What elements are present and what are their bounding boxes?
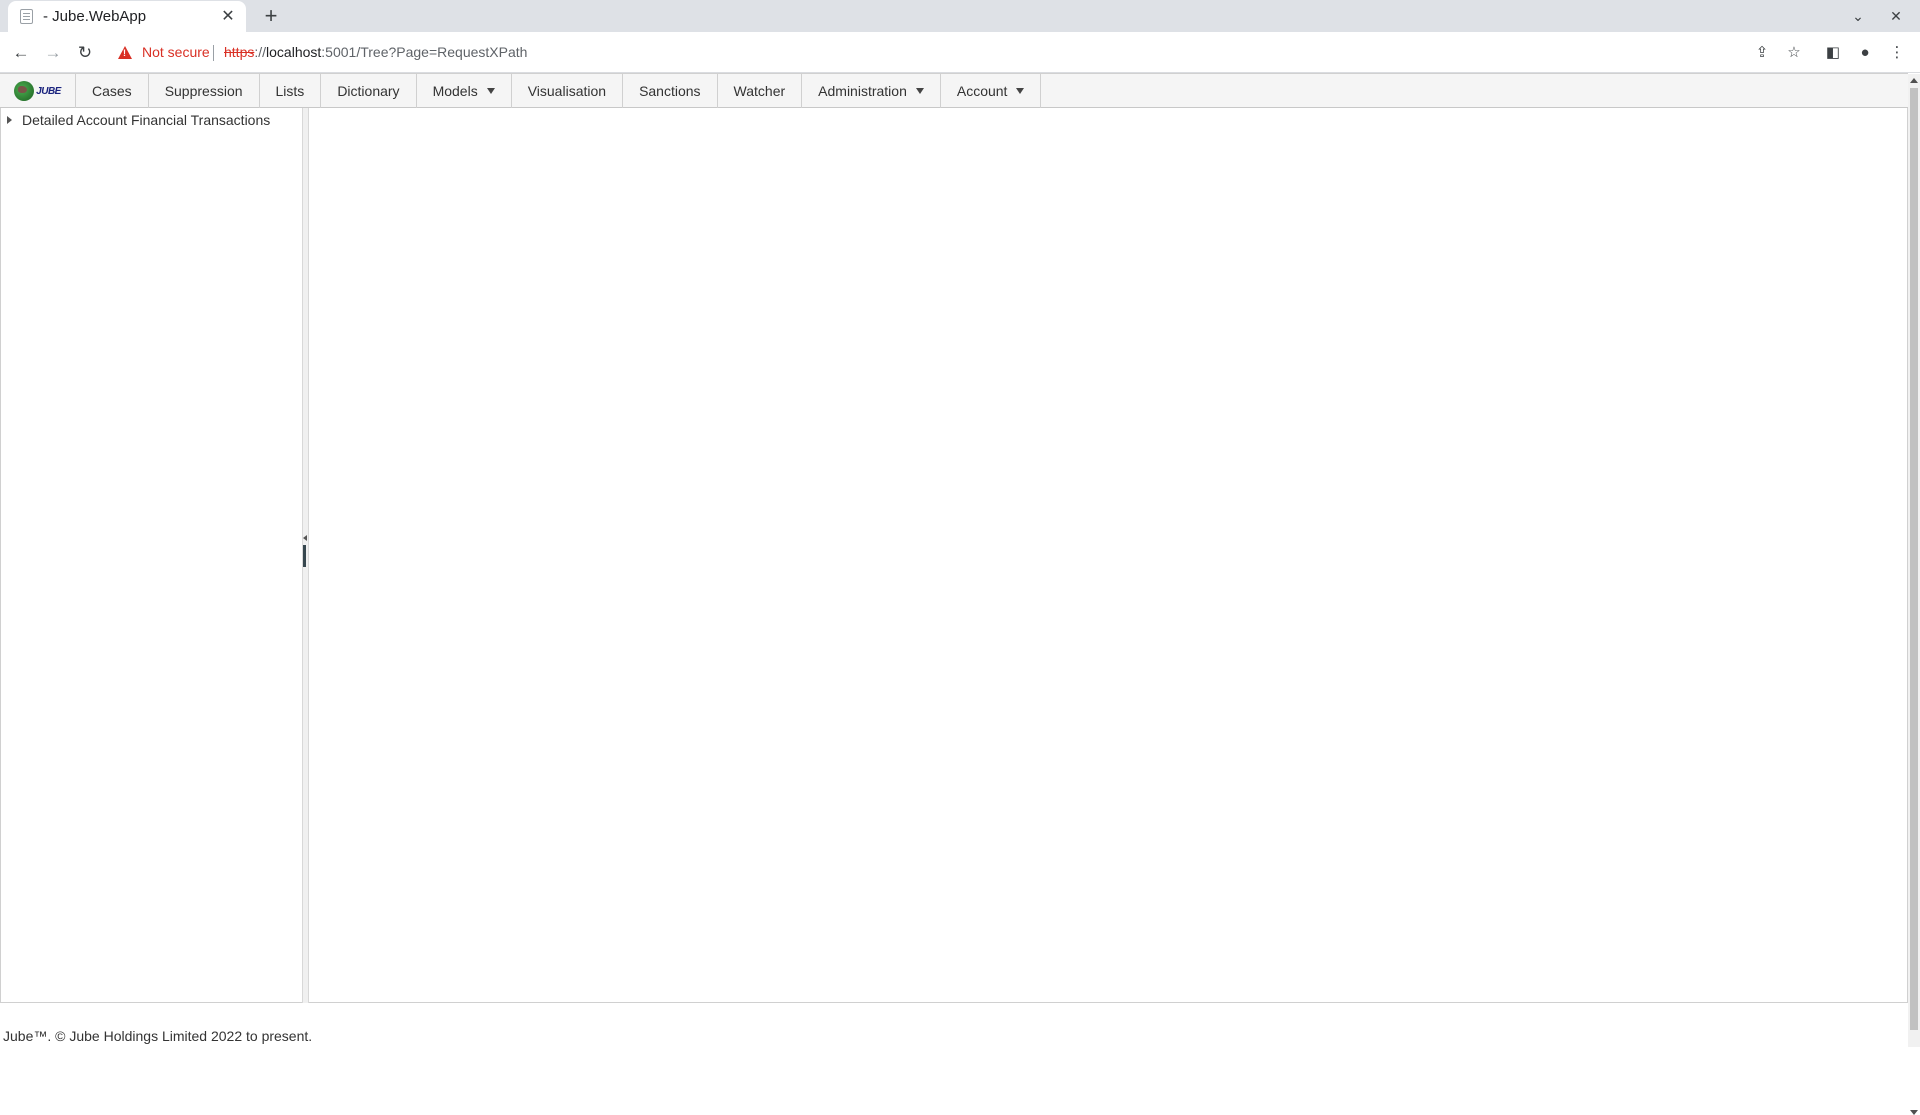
caret-down-icon [915, 88, 924, 94]
tab-search-chevron-icon[interactable]: ⌄ [1846, 4, 1870, 28]
caret-down-icon [1016, 88, 1025, 94]
profile-avatar-icon[interactable]: ● [1852, 40, 1878, 66]
close-window-icon[interactable]: ✕ [1884, 4, 1908, 28]
splitter-grip[interactable] [303, 545, 306, 567]
new-tab-button[interactable]: + [258, 3, 284, 29]
footer-copyright: Jube™. © Jube Holdings Limited 2022 to p… [3, 1028, 313, 1044]
side-panel-icon[interactable]: ◧ [1820, 40, 1846, 66]
forward-arrow-icon[interactable]: → [40, 40, 66, 66]
main-content-panel [309, 108, 1908, 1003]
app-menubar: JUBE Cases Suppression Lists Dictionary … [0, 73, 1908, 108]
url-text[interactable]: https://localhost:5001/Tree?Page=Request… [224, 44, 527, 60]
browser-menu-icon[interactable]: ⋮ [1884, 40, 1910, 66]
scroll-up-icon[interactable] [1910, 78, 1918, 83]
jube-logo[interactable]: JUBE [0, 74, 76, 108]
collapse-arrow-icon[interactable] [303, 535, 307, 541]
reload-icon[interactable]: ↻ [72, 40, 98, 66]
not-secure-label[interactable]: Not secure [142, 44, 210, 60]
scrollbar-thumb[interactable] [1910, 88, 1918, 1030]
menu-visualisation[interactable]: Visualisation [512, 74, 624, 108]
close-tab-icon[interactable]: ✕ [218, 7, 238, 27]
back-arrow-icon[interactable]: ← [8, 40, 34, 66]
scroll-down-icon[interactable] [1910, 1110, 1918, 1115]
share-icon[interactable]: ⇪ [1749, 40, 1775, 66]
browser-tab[interactable]: - Jube.WebApp ✕ [8, 1, 246, 32]
menu-suppression[interactable]: Suppression [149, 74, 260, 108]
globe-logo-icon [14, 81, 35, 101]
browser-toolbar: ← → ↻ Not secure https://localhost:5001/… [0, 32, 1920, 73]
menu-dictionary[interactable]: Dictionary [321, 74, 417, 108]
menu-sanctions[interactable]: Sanctions [623, 74, 718, 108]
menu-account[interactable]: Account [941, 74, 1042, 108]
page-scrollbar[interactable] [1908, 74, 1920, 1115]
menu-models[interactable]: Models [417, 74, 512, 108]
caret-down-icon [486, 88, 495, 94]
tree-panel: Detailed Account Financial Transactions [0, 108, 302, 1003]
menu-watcher[interactable]: Watcher [718, 74, 803, 108]
address-bar[interactable]: Not secure https://localhost:5001/Tree?P… [112, 37, 1778, 69]
bookmark-star-icon[interactable]: ☆ [1781, 40, 1807, 66]
menu-administration[interactable]: Administration [802, 74, 941, 108]
menu-cases[interactable]: Cases [76, 74, 149, 108]
menu-lists[interactable]: Lists [260, 74, 322, 108]
browser-tabstrip: - Jube.WebApp ✕ + ⌄ ✕ [0, 0, 1920, 32]
expand-arrow-icon[interactable] [7, 116, 12, 124]
tab-title: - Jube.WebApp [43, 8, 147, 25]
panel-splitter[interactable] [302, 108, 309, 1003]
address-separator [213, 45, 214, 61]
page-icon [20, 9, 33, 24]
tree-node-label[interactable]: Detailed Account Financial Transactions [22, 112, 270, 128]
warning-icon [118, 46, 132, 59]
tree-node[interactable]: Detailed Account Financial Transactions [1, 110, 270, 130]
